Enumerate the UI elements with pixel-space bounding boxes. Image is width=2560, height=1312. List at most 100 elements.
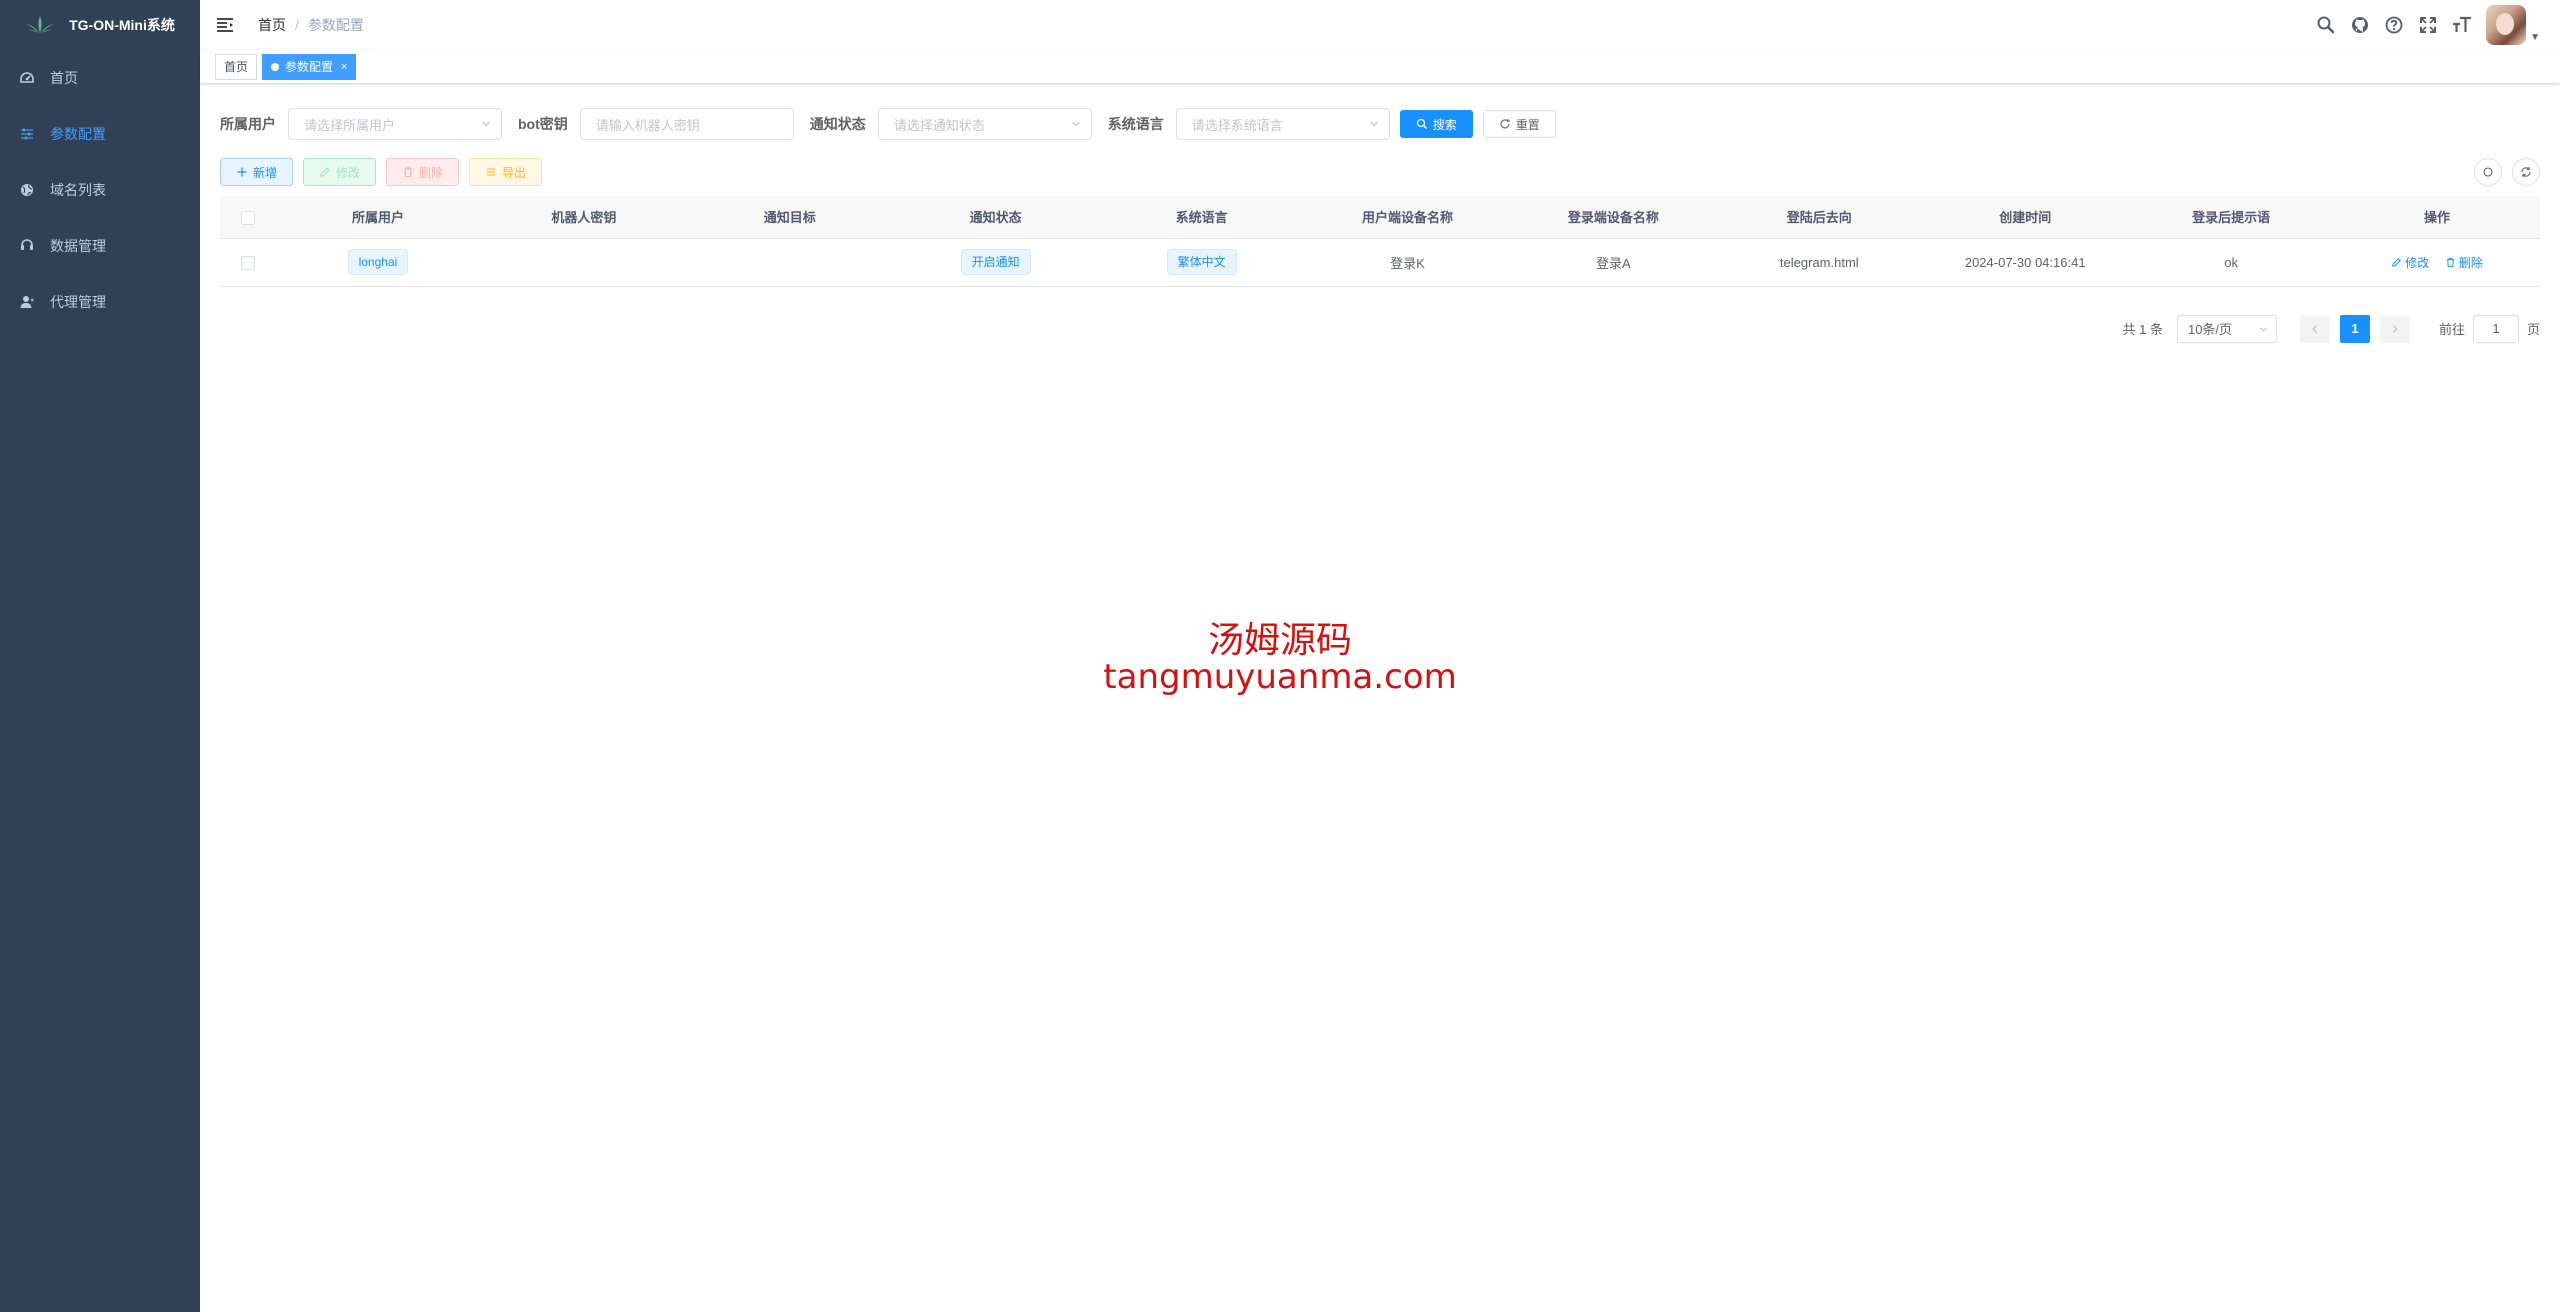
download-icon <box>487 168 496 176</box>
hamburger-icon[interactable] <box>216 16 234 34</box>
column-header[interactable]: 创建时间 <box>1922 196 2129 239</box>
caret-down-icon: ▼ <box>2530 32 2540 43</box>
chevron-down-icon <box>1071 121 1080 127</box>
dashboard-icon <box>20 71 34 85</box>
user-select[interactable]: 请选择所属用户 <box>288 108 502 140</box>
refresh-icon <box>1500 119 1510 129</box>
row-checkbox[interactable] <box>240 255 255 270</box>
row-edit-label: 修改 <box>2405 255 2430 270</box>
chevron-down-icon <box>1369 121 1378 127</box>
cell-tip: ok <box>2128 238 2335 287</box>
delete-button-label: 删除 <box>419 165 444 180</box>
sidebar-item-params[interactable]: 参数配置 <box>0 106 200 162</box>
navbar: 首页 / 参数配置 ▼ <box>200 0 2560 50</box>
cell-notify-target <box>686 238 893 287</box>
close-icon[interactable]: × <box>341 55 347 79</box>
cell-actions: 修改 删除 <box>2334 238 2540 287</box>
sidebar-item-data[interactable]: 数据管理 <box>0 218 200 274</box>
trash-icon <box>2446 257 2455 267</box>
goto-page-input[interactable]: 1 <box>2472 314 2519 343</box>
page-jumper: 前往 1 页 <box>2439 314 2540 343</box>
add-button[interactable]: 新增 <box>220 158 294 186</box>
chevron-right-icon <box>2393 324 2398 333</box>
sidebar-item-domains[interactable]: 域名列表 <box>0 162 200 218</box>
chevron-down-icon <box>2259 326 2268 332</box>
edit-button-label: 修改 <box>336 165 361 180</box>
row-delete-button[interactable]: 删除 <box>2445 254 2483 271</box>
column-header[interactable]: 通知目标 <box>686 196 893 239</box>
toggle-search-button[interactable] <box>2474 158 2502 186</box>
notify-status-select[interactable]: 请选择通知状态 <box>877 108 1092 140</box>
user-select-placeholder: 请选择所属用户 <box>304 117 396 133</box>
column-header[interactable]: 机器人密钥 <box>480 196 687 239</box>
delete-button[interactable]: 删除 <box>386 158 460 186</box>
breadcrumb-home[interactable]: 首页 <box>258 15 286 35</box>
edit-button[interactable]: 修改 <box>303 158 377 186</box>
tag-home[interactable]: 首页 <box>215 53 258 80</box>
search-button[interactable]: 搜索 <box>1399 110 1473 138</box>
export-button-label: 导出 <box>502 165 527 180</box>
row-delete-label: 删除 <box>2458 255 2483 270</box>
bot-key-input[interactable]: 请输入机器人密钥 <box>579 108 794 140</box>
plus-icon <box>237 167 247 177</box>
reset-button[interactable]: 重置 <box>1482 110 1556 138</box>
cell-language: 繁体中文 <box>1098 238 1305 287</box>
next-page-button[interactable] <box>2379 314 2410 343</box>
user-filter-label: 所属用户 <box>220 116 276 132</box>
search-icon[interactable] <box>2316 15 2336 35</box>
sidebar-item-label: 代理管理 <box>50 294 106 310</box>
page-number-button[interactable]: 1 <box>2339 314 2370 343</box>
refresh-button[interactable] <box>2512 158 2540 186</box>
avatar <box>2486 5 2527 45</box>
cell-bot-key <box>480 238 687 287</box>
cell-login-device: 登录A <box>1510 238 1717 287</box>
sidebar-item-home[interactable]: 首页 <box>0 50 200 106</box>
logo[interactable]: TG-ON-Mini系统 <box>0 0 200 50</box>
sliders-icon <box>20 127 34 141</box>
sidebar: TG-ON-Mini系统 首页 参数配置 域名列表 数据管理 代理管理 <box>0 0 200 1312</box>
search-form: 所属用户 请选择所属用户 bot密钥 请输入机器人密钥 通知状态 请选择通知状态… <box>220 108 2540 140</box>
notify-status-tag: 开启通知 <box>960 249 1031 275</box>
logo-icon <box>26 16 55 33</box>
column-header: 操作 <box>2334 196 2540 239</box>
column-header[interactable]: 登录后提示语 <box>2128 196 2335 239</box>
language-label: 系统语言 <box>1107 116 1164 132</box>
page-size-select[interactable]: 10条/页 <box>2176 314 2277 343</box>
reset-button-label: 重置 <box>1515 117 1540 132</box>
user-tag: longhai <box>347 249 409 275</box>
column-header[interactable]: 登陆后去向 <box>1716 196 1923 239</box>
pagination: 共 1 条 10条/页 1 前往 1 页 <box>220 314 2540 343</box>
table-header: 所属用户 机器人密钥 通知目标 通知状态 系统语言 用户端设备名称 登录端设备名… <box>220 196 2540 239</box>
sidebar-item-label: 域名列表 <box>50 182 106 198</box>
sidebar-item-proxy[interactable]: 代理管理 <box>0 274 200 330</box>
github-icon[interactable] <box>2350 15 2370 35</box>
column-header[interactable]: 所属用户 <box>275 196 481 239</box>
active-dot-icon <box>271 62 280 71</box>
column-header[interactable]: 用户端设备名称 <box>1304 196 1511 239</box>
data-table: 所属用户 机器人密钥 通知目标 通知状态 系统语言 用户端设备名称 登录端设备名… <box>220 196 2540 287</box>
tag-label: 参数配置 <box>285 59 334 74</box>
table-row[interactable]: longhai 开启通知 繁体中文 登录K 登录A telegram.html … <box>220 238 2540 287</box>
column-header[interactable]: 通知状态 <box>892 196 1099 239</box>
fullscreen-icon[interactable] <box>2418 15 2438 35</box>
select-all-checkbox[interactable] <box>240 210 255 225</box>
user-avatar-dropdown[interactable]: ▼ <box>2486 5 2540 45</box>
refresh-icon <box>2521 167 2531 177</box>
help-icon[interactable] <box>2384 15 2404 35</box>
breadcrumb-current: 参数配置 <box>307 17 364 33</box>
column-header[interactable]: 系统语言 <box>1098 196 1305 239</box>
search-button-label: 搜索 <box>1432 117 1457 132</box>
font-size-icon[interactable] <box>2452 15 2472 35</box>
column-header[interactable]: 登录端设备名称 <box>1510 196 1717 239</box>
row-edit-button[interactable]: 修改 <box>2391 254 2429 271</box>
prev-page-button[interactable] <box>2299 314 2330 343</box>
app-title: TG-ON-Mini系统 <box>69 17 175 33</box>
language-select[interactable]: 请选择系统语言 <box>1175 108 1390 140</box>
toolbar: 新增 修改 删除 导出 <box>220 158 2540 186</box>
right-menu: ▼ <box>2316 0 2540 50</box>
tag-params[interactable]: 参数配置 × <box>262 53 357 80</box>
page-size-value: 10条/页 <box>2187 322 2233 337</box>
tags-view: 首页 参数配置 × <box>200 50 2560 84</box>
edit-icon <box>320 167 330 177</box>
export-button[interactable]: 导出 <box>469 158 543 186</box>
